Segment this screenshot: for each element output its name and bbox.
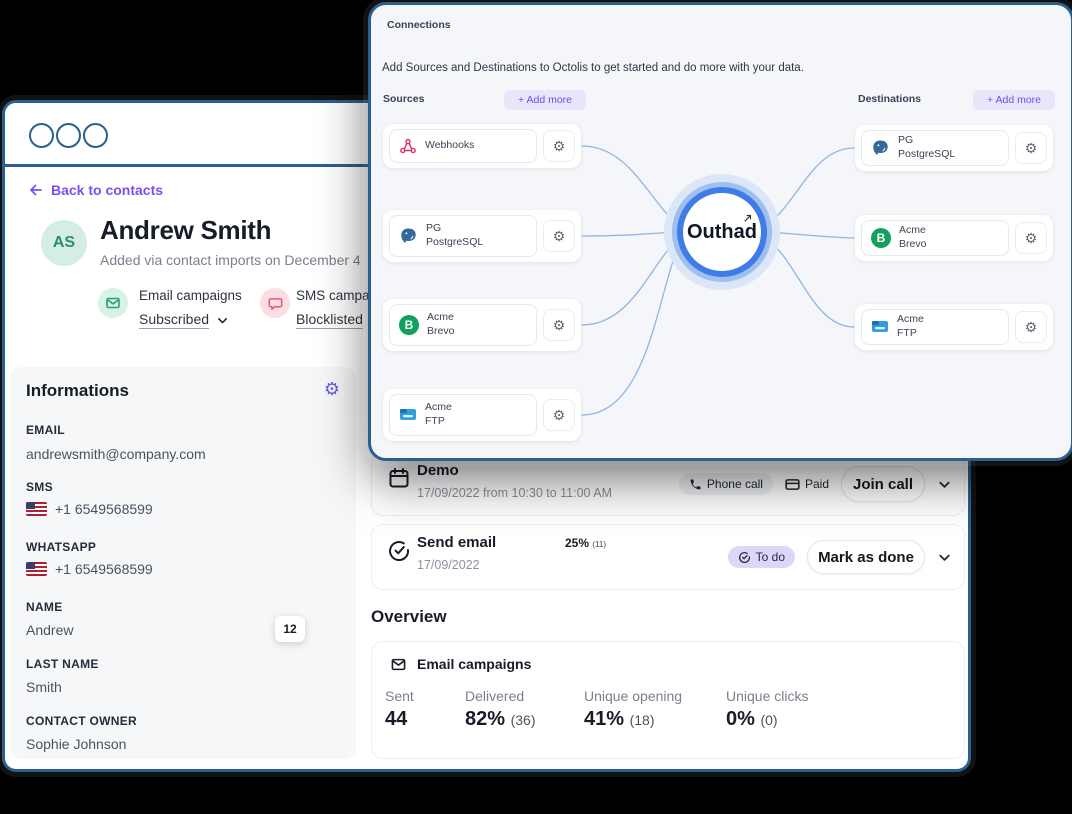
overview-title: Overview xyxy=(371,607,447,627)
source-card-label: AcmeFTP xyxy=(425,401,452,428)
source-settings-icon[interactable]: ⚙ xyxy=(543,220,575,252)
chevron-down-icon xyxy=(216,314,229,327)
field-label-last-name: LAST NAME xyxy=(26,657,99,671)
task-title: Send email xyxy=(417,534,496,551)
us-flag-icon xyxy=(26,562,47,576)
join-call-button[interactable]: Join call xyxy=(841,466,925,502)
chevron-down-icon[interactable] xyxy=(937,550,952,565)
window-control-dot-2[interactable] xyxy=(56,123,81,148)
source-card-label: PGPostgreSQL xyxy=(426,222,483,249)
check-circle-icon xyxy=(738,551,751,564)
field-value-sms: +1 6549568599 xyxy=(26,501,153,517)
email-campaigns-label: Email campaigns xyxy=(139,288,242,303)
arrow-left-icon xyxy=(27,182,43,198)
field-label-sms: SMS xyxy=(26,480,53,494)
postgresql-icon xyxy=(871,139,890,158)
contact-name: Andrew Smith xyxy=(100,215,271,246)
todo-badge: To do xyxy=(728,546,795,568)
informations-card: Informations ⚙ EMAIL andrewsmith@company… xyxy=(10,367,356,759)
destination-settings-icon[interactable]: ⚙ xyxy=(1015,132,1047,164)
field-label-email: EMAIL xyxy=(26,423,65,437)
task-date: 17/09/2022 xyxy=(417,558,480,572)
overview-card: Email campaigns Sent 44 Delivered 82% (3… xyxy=(371,641,965,759)
email-subscription-value[interactable]: Subscribed xyxy=(139,311,209,329)
brevo-icon: B xyxy=(399,315,419,335)
overview-card-title: Email campaigns xyxy=(417,656,531,672)
field-value-contact-owner: Sophie Johnson xyxy=(26,736,126,752)
brevo-icon: B xyxy=(871,228,891,248)
count-badge: 12 xyxy=(275,616,305,642)
postgresql-icon xyxy=(399,227,418,246)
page-canvas: Back to contacts AS Andrew Smith Added v… xyxy=(0,0,1072,814)
mark-as-done-button[interactable]: Mark as done xyxy=(807,540,925,574)
back-link-label: Back to contacts xyxy=(51,182,163,198)
source-settings-icon[interactable]: ⚙ xyxy=(543,399,575,431)
destination-card-label: AcmeFTP xyxy=(897,313,924,340)
paid-badge: Paid xyxy=(785,473,829,495)
envelope-icon xyxy=(390,657,407,672)
avatar: AS xyxy=(41,220,87,266)
field-value-name: Andrew xyxy=(26,622,73,638)
chevron-down-icon[interactable] xyxy=(937,477,952,492)
informations-title: Informations xyxy=(26,381,129,401)
destination-card-ftp[interactable]: AcmeFTP ⚙ xyxy=(855,304,1053,350)
contact-subtitle: Added via contact imports on December 4 xyxy=(100,252,361,268)
source-card-ftp[interactable]: AcmeFTP ⚙ xyxy=(383,389,581,441)
sms-subscription-dropdown[interactable]: Blocklisted xyxy=(296,311,363,329)
task-row-demo: Demo 17/09/2022 from 10:30 to 11:00 AM P… xyxy=(371,452,965,516)
check-circle-icon xyxy=(387,539,411,563)
sms-campaign-icon xyxy=(260,288,290,318)
stat-label-unique-clicks: Unique clicks xyxy=(726,688,808,704)
task-title: Demo xyxy=(417,462,459,479)
destination-card-brevo[interactable]: B AcmeBrevo ⚙ xyxy=(855,215,1053,261)
window-control-dot-1[interactable] xyxy=(29,123,54,148)
phone-call-badge: Phone call xyxy=(679,473,773,495)
stat-label-sent: Sent xyxy=(385,688,414,704)
ftp-icon xyxy=(871,319,889,335)
stat-value-sent: 44 xyxy=(385,708,407,731)
destination-card-label: AcmeBrevo xyxy=(899,224,926,251)
source-settings-icon[interactable]: ⚙ xyxy=(543,130,575,162)
field-label-whatsapp: WHATSAPP xyxy=(26,540,96,554)
credit-card-icon xyxy=(785,478,800,491)
field-label-name: NAME xyxy=(26,600,63,614)
stat-label-delivered: Delivered xyxy=(465,688,524,704)
destination-settings-icon[interactable]: ⚙ xyxy=(1015,311,1047,343)
email-subscription-dropdown[interactable]: Subscribed xyxy=(139,311,229,329)
sms-subscription-value[interactable]: Blocklisted xyxy=(296,311,363,329)
field-value-whatsapp: +1 6549568599 xyxy=(26,561,153,577)
back-to-contacts-link[interactable]: Back to contacts xyxy=(27,182,163,198)
destination-card-label: PGPostgreSQL xyxy=(898,134,955,161)
connections-window: Connections Add Sources and Destinations… xyxy=(368,2,1072,461)
destination-card-postgresql[interactable]: PGPostgreSQL ⚙ xyxy=(855,125,1053,171)
stat-value-unique-clicks: 0% (0) xyxy=(726,708,778,731)
ftp-icon xyxy=(399,407,417,423)
source-card-brevo[interactable]: B AcmeBrevo ⚙ xyxy=(383,299,581,351)
calendar-icon xyxy=(387,466,411,490)
stat-value-unique-opening: 41% (18) xyxy=(584,708,655,731)
arrow-up-right-icon xyxy=(743,213,753,223)
email-open-rate: 25% (11) xyxy=(565,536,606,550)
webhooks-icon xyxy=(399,137,417,155)
center-node-label: Outhad xyxy=(687,221,757,244)
email-campaigns-icon xyxy=(98,288,128,318)
field-value-email: andrewsmith@company.com xyxy=(26,446,206,462)
window-control-dot-3[interactable] xyxy=(83,123,108,148)
field-label-contact-owner: CONTACT OWNER xyxy=(26,714,137,728)
center-node[interactable]: Outhad xyxy=(664,174,780,290)
source-card-postgresql[interactable]: PGPostgreSQL ⚙ xyxy=(383,210,581,262)
source-card-webhooks[interactable]: Webhooks ⚙ xyxy=(383,124,581,168)
informations-settings-icon[interactable]: ⚙ xyxy=(324,380,340,398)
source-card-label: Webhooks xyxy=(425,139,474,153)
destination-settings-icon[interactable]: ⚙ xyxy=(1015,222,1047,254)
source-settings-icon[interactable]: ⚙ xyxy=(543,309,575,341)
stat-value-delivered: 82% (36) xyxy=(465,708,536,731)
us-flag-icon xyxy=(26,502,47,516)
field-value-last-name: Smith xyxy=(26,679,62,695)
stat-label-unique-opening: Unique opening xyxy=(584,688,682,704)
task-date: 17/09/2022 from 10:30 to 11:00 AM xyxy=(417,486,612,500)
task-row-send-email: Send email 25% (11) 17/09/2022 To do Mar… xyxy=(371,524,965,590)
phone-icon xyxy=(689,478,702,491)
source-card-label: AcmeBrevo xyxy=(427,311,454,338)
